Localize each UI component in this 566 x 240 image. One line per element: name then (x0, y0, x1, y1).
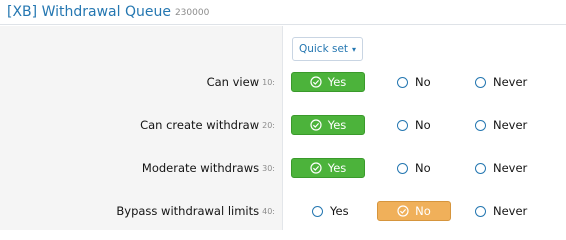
permission-label: Moderate withdraws 30: (142, 158, 275, 178)
option-never[interactable]: Never (475, 158, 527, 178)
permission-id: 20: (262, 120, 275, 130)
radio-circle-icon (475, 205, 486, 217)
radio-circle-icon (397, 119, 408, 131)
option-label: No (415, 75, 431, 89)
option-label: Yes (327, 75, 347, 89)
option-no[interactable]: No (377, 201, 451, 221)
option-yes[interactable]: Yes (291, 158, 365, 178)
check-circle-icon (397, 205, 409, 217)
option-label: Yes (327, 161, 347, 175)
permission-id: 30: (262, 163, 275, 173)
option-yes[interactable]: Yes (291, 72, 365, 92)
permission-label: Can view 10: (207, 72, 275, 92)
chevron-down-icon: ▾ (352, 44, 357, 54)
option-never[interactable]: Never (475, 72, 527, 92)
permission-row-moderate-withdraws: Moderate withdraws 30: Yes No Never (0, 158, 566, 178)
option-label: No (415, 161, 431, 175)
radio-circle-icon (475, 76, 486, 88)
option-label: Never (493, 161, 528, 175)
page-header: [XB] Withdrawal Queue 230000 (0, 0, 566, 25)
permission-label-text: Moderate withdraws (141, 161, 260, 175)
radio-circle-icon (475, 162, 486, 174)
permission-label: Bypass withdrawal limits 40: (116, 201, 275, 221)
permission-label: Can create withdraw 20: (140, 115, 275, 135)
permission-label-text: Bypass withdrawal limits (116, 204, 260, 218)
radio-circle-icon (397, 76, 408, 88)
option-no[interactable]: No (397, 115, 431, 135)
option-yes[interactable]: Yes (291, 115, 365, 135)
option-label: Never (493, 75, 528, 89)
quick-set-label: Quick set (298, 43, 349, 55)
quick-set-button[interactable]: Quick set ▾ (292, 37, 363, 61)
permission-row-can-view: Can view 10: Yes No Never (0, 72, 566, 92)
permission-label-text: Can create withdraw (140, 118, 260, 132)
option-label: Yes (330, 204, 349, 218)
radio-circle-icon (475, 119, 486, 131)
option-label: Never (493, 118, 528, 132)
page-title[interactable]: [XB] Withdrawal Queue (7, 4, 171, 20)
option-label: No (415, 204, 431, 218)
option-no[interactable]: No (397, 72, 431, 92)
option-label: Yes (327, 118, 347, 132)
option-never[interactable]: Never (475, 115, 527, 135)
permission-row-can-create-withdraw: Can create withdraw 20: Yes No Never (0, 115, 566, 135)
option-label: Never (493, 204, 528, 218)
check-circle-icon (310, 119, 322, 131)
permission-row-bypass-withdrawal-limits: Bypass withdrawal limits 40: Yes No Neve… (0, 201, 566, 221)
option-no[interactable]: No (397, 158, 431, 178)
option-yes[interactable]: Yes (312, 201, 349, 221)
check-circle-icon (310, 162, 322, 174)
permission-label-text: Can view (206, 75, 260, 89)
permission-id: 40: (262, 206, 275, 216)
option-label: No (415, 118, 431, 132)
page-id: 230000 (174, 8, 210, 18)
check-circle-icon (310, 76, 322, 88)
option-never[interactable]: Never (475, 201, 527, 221)
radio-circle-icon (312, 205, 323, 217)
permission-id: 10: (262, 77, 275, 87)
radio-circle-icon (397, 162, 408, 174)
